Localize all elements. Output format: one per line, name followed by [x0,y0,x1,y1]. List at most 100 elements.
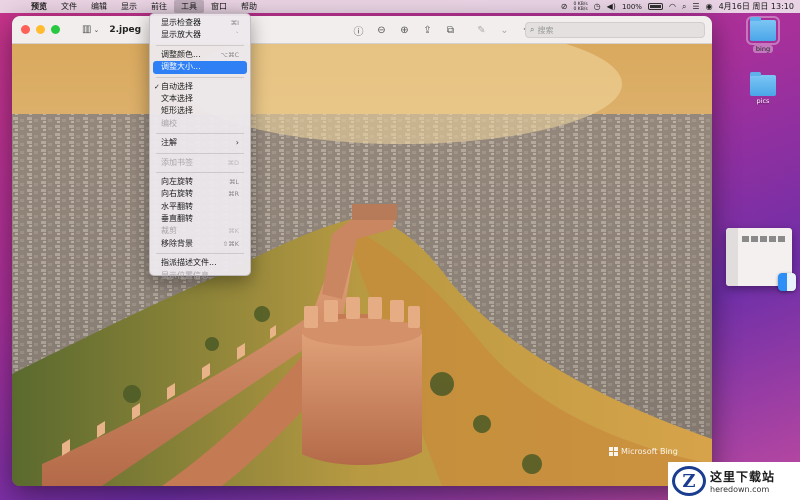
tools-menu-item-shortcut: ⌘R [227,190,239,199]
tools-menu-item-label: 显示放大器 [161,30,201,40]
siri-icon[interactable]: ◉ [706,2,713,11]
status-area: ⊘ 0 KB/s 0 KB/s ◷ ◀) 100% ◠ ⌕ ☰ ◉ 4月16日 … [561,1,800,12]
tools-menu-item-label: 调整颜色... [161,49,201,59]
preview-window: ▥ ⌄ 2.jpeg ⓘ ⊖ ⊕ ⇪ ⧉ ✎ ⌄ ⟲ Ⓐ ⌕ [12,16,712,486]
folder-icon [746,16,780,45]
tools-menu-item: 添加书签 ⌘D [153,157,247,169]
checkmark-icon: ✓ [154,82,160,91]
tools-menu-item[interactable]: 向左旋转 ⌘L [153,176,247,188]
chevron-right-icon: › [235,138,239,148]
tools-menu-item: 编校 [153,118,247,130]
menu-bar: 预览 文件 编辑 显示 前往 工具 窗口 帮助 ⊘ 0 KB/s 0 KB/s … [0,0,800,13]
tools-menu-item[interactable]: 显示检查器 ⌘I [153,17,247,29]
menu-tools[interactable]: 工具 [174,0,204,13]
zoom-out-icon[interactable]: ⊖ [375,25,388,36]
tools-menu-item-shortcut: ⇧⌘K [222,239,239,248]
tools-menu-item[interactable]: 指派描述文件... [153,257,247,269]
battery-percent: 100% [621,2,642,11]
menu-view[interactable]: 显示 [114,0,144,13]
battery-icon[interactable] [647,3,663,10]
search-field[interactable]: ⌕ [525,22,705,38]
tools-menu-item-label: 指派描述文件... [161,258,217,268]
menu-file[interactable]: 文件 [54,0,84,13]
sidebar-toggle-icon[interactable]: ▥ [82,24,91,35]
tools-menu-item[interactable]: 注解 › [153,137,247,149]
tools-menu-item-shortcut: ⌥⌘C [220,50,239,59]
tools-menu-item-label: 编校 [161,118,177,128]
tools-menu-item[interactable]: 调整颜色... ⌥⌘C [153,49,247,61]
share-icon[interactable]: ⇪ [421,25,434,36]
tools-menu-item: 裁剪 ⌘K [153,225,247,237]
tools-menu-item-label: 显示检查器 [161,18,201,27]
finder-icon[interactable] [778,273,796,291]
info-icon[interactable]: ⓘ [352,23,365,38]
clock[interactable]: 4月16日 周日 13:10 [719,1,794,12]
tools-menu-item-shortcut: ⌘I [230,19,239,27]
menu-help[interactable]: 帮助 [234,0,264,13]
fullscreen-button[interactable] [51,25,60,34]
search-icon[interactable]: ⌕ [682,2,686,12]
menu-separator [156,76,244,78]
markup-chevron-icon[interactable]: ⌄ [498,25,511,36]
network-speed[interactable]: 0 KB/s 0 KB/s [573,2,587,12]
resize-window-icon[interactable]: ⧉ [444,25,457,36]
control-center-icon[interactable]: ☰ [692,2,699,11]
photo-illustration [12,44,712,486]
tools-menu-item-label: 移除背景 [161,238,193,248]
close-button[interactable] [21,25,30,34]
tools-menu-item[interactable]: 移除背景 ⇧⌘K [153,238,247,250]
tools-menu-item[interactable]: 水平翻转 [153,201,247,213]
menu-separator [156,133,244,135]
tools-menu-item[interactable]: 文本选择 [153,93,247,105]
tools-menu-item[interactable]: 垂直翻转 [153,213,247,225]
tools-menu-item[interactable]: ✓ 自动选择 [153,81,247,93]
title-bar: ▥ ⌄ 2.jpeg ⓘ ⊖ ⊕ ⇪ ⧉ ✎ ⌄ ⟲ Ⓐ ⌕ [12,16,712,44]
document-title: 2.jpeg [109,24,142,35]
tools-menu-item[interactable]: 显示放大器 ` [153,29,247,41]
site-domain: heredown.com [710,485,770,494]
tools-menu-item-label: 向左旋转 [161,176,193,186]
tools-menu-item-label: 显示位置信息 [161,270,209,280]
menu-separator [156,152,244,154]
zoom-in-icon[interactable]: ⊕ [398,25,411,36]
tools-menu: 显示检查器 ⌘I 显示放大器 ` 调整颜色... ⌥⌘C 调整大小... ✓ 自动选择 文本选择矩… [149,13,251,280]
folder-label: bing [752,45,774,53]
menu-go[interactable]: 前往 [144,0,174,13]
tools-menu-item: 显示位置信息 [153,270,247,282]
tools-menu-item-label: 矩形选择 [161,106,193,116]
menu-separator [156,253,244,255]
desktop-folder-pics[interactable]: pics [743,72,783,105]
tools-menu-item-label: 自动选择 [161,81,193,91]
minimize-button[interactable] [36,25,45,34]
tools-menu-item-shortcut: ⌘K [228,227,239,236]
chevron-down-icon[interactable]: ⌄ [93,26,99,34]
tools-menu-item-label: 调整大小... [161,62,201,72]
folder-label: pics [756,97,770,105]
desktop-folder-bing[interactable]: bing [743,16,783,53]
menu-window[interactable]: 窗口 [204,0,234,13]
tools-menu-item-shortcut: ⌘D [227,158,239,167]
markup-pen-icon[interactable]: ✎ [475,25,488,36]
menu-separator [156,44,244,46]
time-machine-icon[interactable]: ◷ [594,2,601,11]
image-canvas[interactable]: Microsoft Bing [12,44,712,486]
tools-menu-item-shortcut: ⌘L [228,177,239,186]
site-watermark: Z 这里下载站 heredown.com [668,462,800,500]
folder-icon [750,72,776,96]
tools-menu-item[interactable]: 矩形选择 [153,105,247,117]
search-icon: ⌕ [530,25,535,34]
tools-menu-item-label: 垂直翻转 [161,214,193,224]
tools-menu-item[interactable]: 调整大小... [153,61,247,74]
tools-menu-item-label: 水平翻转 [161,201,193,211]
wifi-icon[interactable]: ◠ [669,2,676,11]
tools-menu-item[interactable]: 向右旋转 ⌘R [153,188,247,200]
window-controls [21,25,60,34]
bing-watermark-text: Microsoft Bing [621,447,678,456]
tools-menu-item-label: 注解 [161,138,177,148]
volume-icon[interactable]: ◀) [607,2,616,11]
compass-icon[interactable]: ⊘ [561,2,568,11]
menu-edit[interactable]: 编辑 [84,0,114,13]
search-input[interactable] [537,25,688,35]
menu-app-name[interactable]: 预览 [24,0,54,13]
bing-watermark: Microsoft Bing [609,447,678,456]
